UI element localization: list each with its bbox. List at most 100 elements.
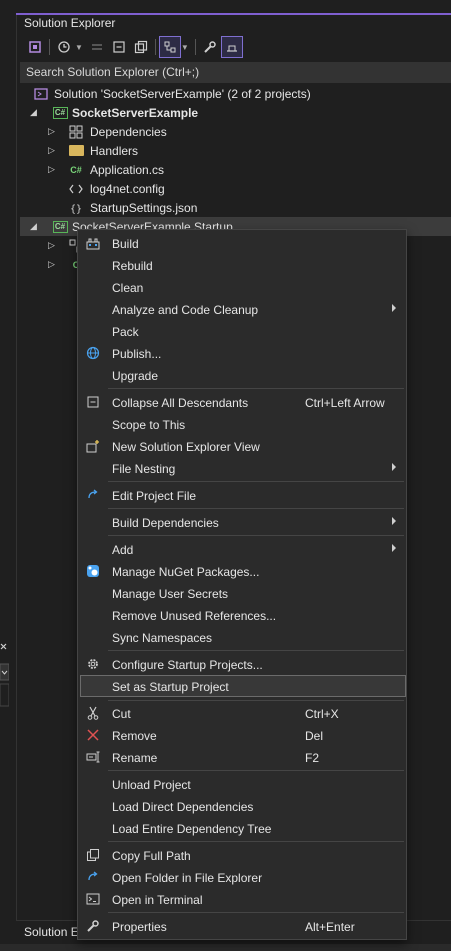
menu-item-analyze[interactable]: Analyze and Code Cleanup [80, 298, 406, 320]
collapsed-arrow-icon[interactable]: ▷ [48, 126, 58, 137]
collapsed-arrow-icon[interactable]: ▷ [48, 145, 58, 156]
menu-item-collapse-all[interactable]: Collapse All Descendants Ctrl+Left Arrow [80, 391, 406, 413]
chevron-down-icon[interactable]: ▼ [181, 43, 189, 52]
folder-icon [68, 144, 84, 158]
collapsed-arrow-icon[interactable]: ▷ [48, 164, 58, 175]
tree-item-startup-settings[interactable]: {} StartupSettings.json [20, 198, 451, 217]
scissors-icon [85, 706, 101, 720]
tree-item-dependencies[interactable]: ▷ Dependencies [20, 122, 451, 141]
menu-item-load-direct[interactable]: Load Direct Dependencies [80, 795, 406, 817]
view-icon[interactable] [158, 36, 181, 58]
menu-separator [108, 650, 404, 651]
menu-separator [108, 481, 404, 482]
menu-item-set-startup[interactable]: Set as Startup Project [80, 675, 406, 697]
csharp-project-icon: C# [52, 106, 68, 120]
menu-item-cut[interactable]: Cut Ctrl+X [80, 702, 406, 724]
menu-item-label: Scope to This [112, 418, 186, 432]
terminal-icon [85, 892, 101, 906]
redo-arrow-icon [85, 870, 101, 884]
menu-item-label: File Nesting [112, 462, 176, 476]
tree-item-handlers[interactable]: ▷ Handlers [20, 141, 451, 160]
menu-item-shortcut: F2 [305, 751, 320, 765]
collapse-icon[interactable] [108, 36, 130, 58]
menu-item-file-nesting[interactable]: File Nesting [80, 457, 406, 479]
menu-item-remove[interactable]: Remove Del [80, 724, 406, 746]
preview-icon[interactable] [220, 36, 243, 58]
tree-item-solution[interactable]: Solution 'SocketServerExample' (2 of 2 p… [20, 84, 451, 103]
menu-item-edit-project[interactable]: Edit Project File [80, 484, 406, 506]
chevron-down-icon[interactable]: ▼ [75, 43, 83, 52]
submenu-arrow-icon [392, 463, 396, 471]
expanded-arrow-icon[interactable]: ◢ [30, 107, 40, 118]
collapsed-arrow-icon[interactable]: ▷ [48, 240, 58, 251]
menu-item-build[interactable]: Build [80, 232, 406, 254]
bottom-tab-label: Solution E [24, 925, 79, 939]
menu-item-add[interactable]: Add [80, 538, 406, 560]
menu-item-label: Build Dependencies [112, 516, 219, 530]
status-strip [0, 944, 451, 951]
menu-item-sync-namespaces[interactable]: Sync Namespaces [80, 626, 406, 648]
menu-item-user-secrets[interactable]: Manage User Secrets [80, 582, 406, 604]
menu-item-label: Copy Full Path [112, 849, 191, 863]
menu-item-label: Remove [112, 729, 157, 743]
tree-item-log4net[interactable]: log4net.config [20, 179, 451, 198]
menu-item-label: Manage NuGet Packages... [112, 565, 260, 579]
history-icon[interactable] [53, 36, 75, 58]
json-file-icon: {} [68, 201, 84, 215]
tree-item-label: StartupSettings.json [90, 200, 198, 215]
menu-item-scope[interactable]: Scope to This [80, 413, 406, 435]
menu-item-open-terminal[interactable]: Open in Terminal [80, 888, 406, 910]
menu-item-copy-path[interactable]: Copy Full Path [80, 844, 406, 866]
menu-item-load-entire[interactable]: Load Entire Dependency Tree [80, 817, 406, 839]
menu-item-rename[interactable]: Rename F2 [80, 746, 406, 768]
submenu-arrow-icon [392, 304, 396, 312]
vs-solution-icon[interactable] [24, 36, 46, 58]
menu-item-shortcut: Alt+Enter [305, 920, 355, 934]
menu-item-configure-startup[interactable]: Configure Startup Projects... [80, 653, 406, 675]
menu-item-open-folder[interactable]: Open Folder in File Explorer [80, 866, 406, 888]
menu-separator [108, 912, 404, 913]
docked-widget-edge[interactable] [0, 640, 10, 710]
menu-item-properties[interactable]: Properties Alt+Enter [80, 915, 406, 937]
toolbar-separator [194, 39, 196, 55]
menu-item-nuget[interactable]: Manage NuGet Packages... [80, 560, 406, 582]
menu-item-build-deps[interactable]: Build Dependencies [80, 511, 406, 533]
menu-item-label: Load Direct Dependencies [112, 800, 254, 814]
nuget-icon [85, 564, 101, 578]
sync-icon[interactable] [86, 36, 108, 58]
tree-item-label: Application.cs [90, 162, 165, 177]
tree-item-project[interactable]: ◢ C# SocketServerExample [20, 103, 451, 122]
menu-item-shortcut: Ctrl+X [305, 707, 339, 721]
menu-item-label: Cut [112, 707, 131, 721]
expanded-arrow-icon[interactable]: ◢ [30, 221, 40, 232]
menu-item-upgrade[interactable]: Upgrade [80, 364, 406, 386]
tree-item-label: SocketServerExample [72, 105, 199, 120]
search-input[interactable]: Search Solution Explorer (Ctrl+;) [20, 62, 451, 83]
svg-text:{}: {} [70, 204, 82, 215]
collapsed-arrow-icon[interactable]: ▷ [48, 259, 58, 270]
collapse-icon [85, 395, 101, 409]
panel-title: Solution Explorer [24, 16, 116, 30]
menu-item-rebuild[interactable]: Rebuild [80, 254, 406, 276]
submenu-arrow-icon [392, 517, 396, 525]
menu-item-label: Sync Namespaces [112, 631, 213, 645]
wrench-icon[interactable] [199, 36, 221, 58]
menu-item-pack[interactable]: Pack [80, 320, 406, 342]
menu-item-shortcut: Ctrl+Left Arrow [305, 396, 385, 410]
menu-item-new-view[interactable]: New Solution Explorer View [80, 435, 406, 457]
menu-item-publish[interactable]: Publish... [80, 342, 406, 364]
gear-icon [85, 657, 101, 671]
menu-separator [108, 841, 404, 842]
new-view-icon [85, 439, 101, 453]
menu-item-label: Properties [112, 920, 167, 934]
menu-item-clean[interactable]: Clean [80, 276, 406, 298]
tree-item-application[interactable]: ▷ C# Application.cs [20, 160, 451, 179]
rename-icon [85, 750, 101, 764]
globe-icon [85, 346, 101, 360]
menu-item-label: Configure Startup Projects... [112, 658, 263, 672]
pages-icon[interactable] [130, 36, 152, 58]
menu-item-remove-unused[interactable]: Remove Unused References... [80, 604, 406, 626]
menu-item-unload[interactable]: Unload Project [80, 773, 406, 795]
menu-item-label: Open Folder in File Explorer [112, 871, 263, 885]
menu-item-label: Edit Project File [112, 489, 197, 503]
